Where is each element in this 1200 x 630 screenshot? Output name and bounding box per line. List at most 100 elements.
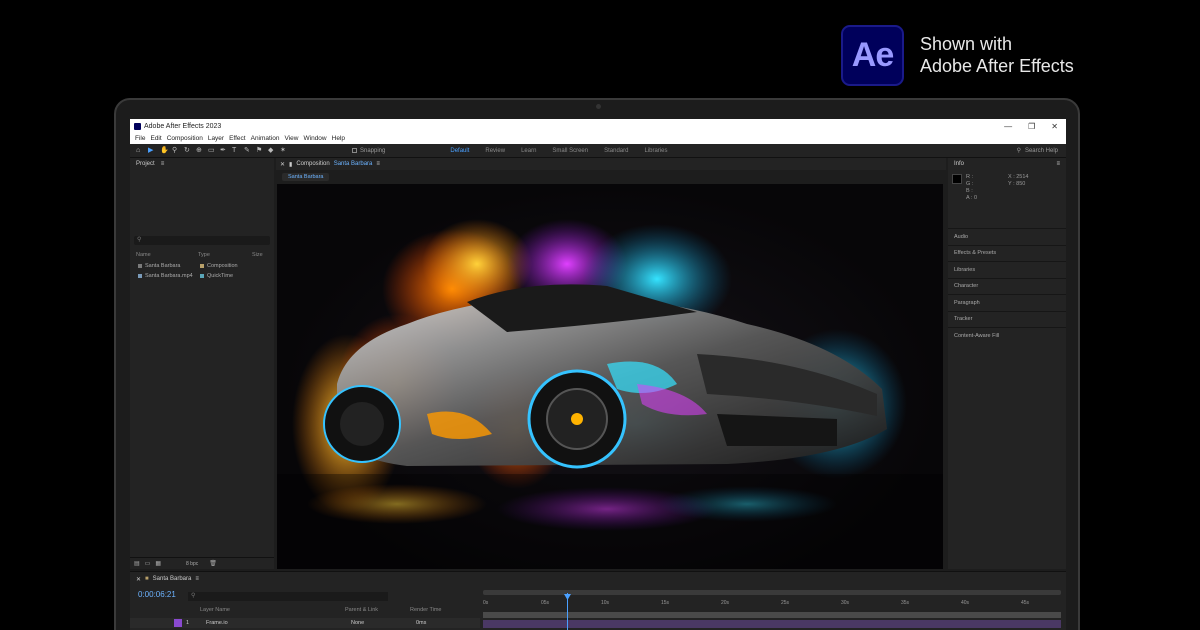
selection-tool-icon[interactable]: ▶ [148,147,155,154]
workspace-default[interactable]: Default [450,148,469,154]
panel-content-aware-fill[interactable]: Content-Aware Fill [948,327,1066,344]
panel-tracker[interactable]: Tracker [948,310,1066,328]
shape-tool-icon[interactable]: ▭ [208,147,215,154]
search-help[interactable]: ⚲ Search Help [1017,147,1058,155]
composition-chip[interactable]: Santa Barbara [282,172,330,181]
panel-libraries[interactable]: Libraries [948,261,1066,278]
workspace-learn[interactable]: Learn [521,148,536,154]
project-panel-header: Project ≡ [130,158,274,170]
info-b: B : [966,188,973,194]
label-color-swatch [200,264,204,268]
menu-animation[interactable]: Animation [251,135,280,142]
column-parent-link[interactable]: Parent & Link [345,607,410,613]
lock-icon[interactable]: ▮ [289,161,292,168]
workspace-small-screen[interactable]: Small Screen [552,148,588,154]
menu-effect[interactable]: Effect [229,135,246,142]
puppet-tool-icon[interactable]: ✶ [280,147,287,154]
layer-name[interactable]: Frame.io [206,620,351,626]
timeline-search-input[interactable]: ⚲ [188,592,388,601]
timeline-tab[interactable]: ✕ ■ Santa Barbara ≡ [136,576,199,583]
project-item-type: QuickTime [207,273,234,279]
minimize-button[interactable]: — [1004,122,1012,131]
sports-car-artwork [277,219,943,569]
layer-number: 1 [186,620,190,626]
info-x: X : 2514 [1008,174,1029,180]
layer-duration-bar[interactable] [483,620,1061,628]
current-timecode[interactable]: 0:00:06:21 [138,590,176,599]
project-item[interactable]: Santa Barbara Composition [138,263,274,269]
menu-edit[interactable]: Edit [150,135,161,142]
panel-audio[interactable]: Audio [948,228,1066,245]
footage-icon [138,274,142,278]
brush-tool-icon[interactable]: ✎ [244,147,251,154]
ruler-label: 10s [601,600,610,606]
interpret-footage-icon[interactable]: ▤ [134,560,140,567]
project-panel-title[interactable]: Project [136,161,155,167]
panel-menu-icon[interactable]: ≡ [161,161,165,167]
trash-icon[interactable]: 🗑 [209,560,217,567]
panel-menu-icon[interactable]: ≡ [1056,161,1060,167]
search-help-label: Search Help [1024,147,1058,154]
layer-render-time: 0ms [416,620,427,626]
maximize-button[interactable]: ❐ [1028,122,1035,131]
workspace-standard[interactable]: Standard [604,148,628,154]
column-layer-name[interactable]: Layer Name [200,607,345,613]
panel-menu-icon[interactable]: ≡ [195,576,199,583]
workspace-libraries[interactable]: Libraries [644,148,667,154]
window-title: Adobe After Effects 2023 [144,122,222,130]
composition-viewer[interactable] [277,184,943,569]
window-titlebar: Adobe After Effects 2023 — ❐ ✕ [130,119,1066,133]
timeline-ruler[interactable]: 0s 05s 10s 15s 20s 25s 30s 35s 40s 45s [483,590,1061,630]
layer-parent[interactable]: None [351,620,416,626]
project-footer: ▤ ▭ ▦ 8 bpc 🗑 [130,557,274,569]
stamp-tool-icon[interactable]: ⚑ [256,147,263,154]
close-tab-icon[interactable]: ✕ [136,576,141,583]
workspace-review[interactable]: Review [485,148,505,154]
new-composition-icon[interactable]: ▦ [155,560,161,567]
pan-behind-tool-icon[interactable]: ⊕ [196,147,203,154]
window-controls: — ❐ ✕ [1004,122,1066,131]
column-type[interactable]: Type [198,252,252,258]
hand-tool-icon[interactable]: ✋ [160,147,169,154]
column-size[interactable]: Size [252,252,263,258]
bpc-label[interactable]: 8 bpc [186,561,198,567]
type-tool-icon[interactable]: T [232,147,239,154]
snapping-toggle[interactable]: Snapping [352,148,385,154]
info-panel-title[interactable]: Info [954,161,964,167]
work-area-bar[interactable] [483,612,1061,618]
zoom-tool-icon[interactable]: ⚲ [172,147,179,154]
project-panel: Project ≡ ⚲ Name Type Size Santa Barbara [130,158,274,569]
menu-window[interactable]: Window [304,135,327,142]
project-item-type-cell: Composition [200,263,238,269]
panel-menu-icon[interactable]: ≡ [376,161,380,167]
rotate-tool-icon[interactable]: ↻ [184,147,191,154]
snapping-checkbox[interactable] [352,148,357,153]
close-tab-icon[interactable]: ✕ [280,161,285,168]
column-render-time[interactable]: Render Time [410,607,442,613]
home-icon[interactable]: ⌂ [136,147,143,154]
menu-help[interactable]: Help [332,135,345,142]
close-button[interactable]: ✕ [1051,122,1058,131]
timeline-layer-row[interactable]: 1 Frame.io None 0ms [130,618,480,628]
ruler-label: 35s [901,600,910,606]
new-folder-icon[interactable]: ▭ [145,560,151,567]
composition-tab-label[interactable]: Composition [296,161,329,167]
layer-label-color[interactable] [174,619,182,627]
menu-view[interactable]: View [285,135,299,142]
panel-character[interactable]: Character [948,277,1066,295]
info-y: Y : 850 [1008,181,1026,187]
composition-tab-name[interactable]: Santa Barbara [334,161,373,167]
menu-file[interactable]: File [135,135,145,142]
menu-layer[interactable]: Layer [208,135,224,142]
column-name[interactable]: Name [136,252,198,258]
panel-effects-presets[interactable]: Effects & Presets [948,244,1066,262]
project-search-input[interactable]: ⚲ [134,236,270,245]
project-item[interactable]: Santa Barbara.mp4 QuickTime [138,273,274,279]
project-item-name: Santa Barbara [145,263,181,269]
menu-composition[interactable]: Composition [167,135,203,142]
timeline-panel: ✕ ■ Santa Barbara ≡ 0:00:06:21 ⚲ Layer N… [130,571,1066,630]
ruler-label: 20s [721,600,730,606]
panel-paragraph[interactable]: Paragraph [948,294,1066,311]
eraser-tool-icon[interactable]: ◆ [268,147,275,154]
pen-tool-icon[interactable]: ✒ [220,147,227,154]
